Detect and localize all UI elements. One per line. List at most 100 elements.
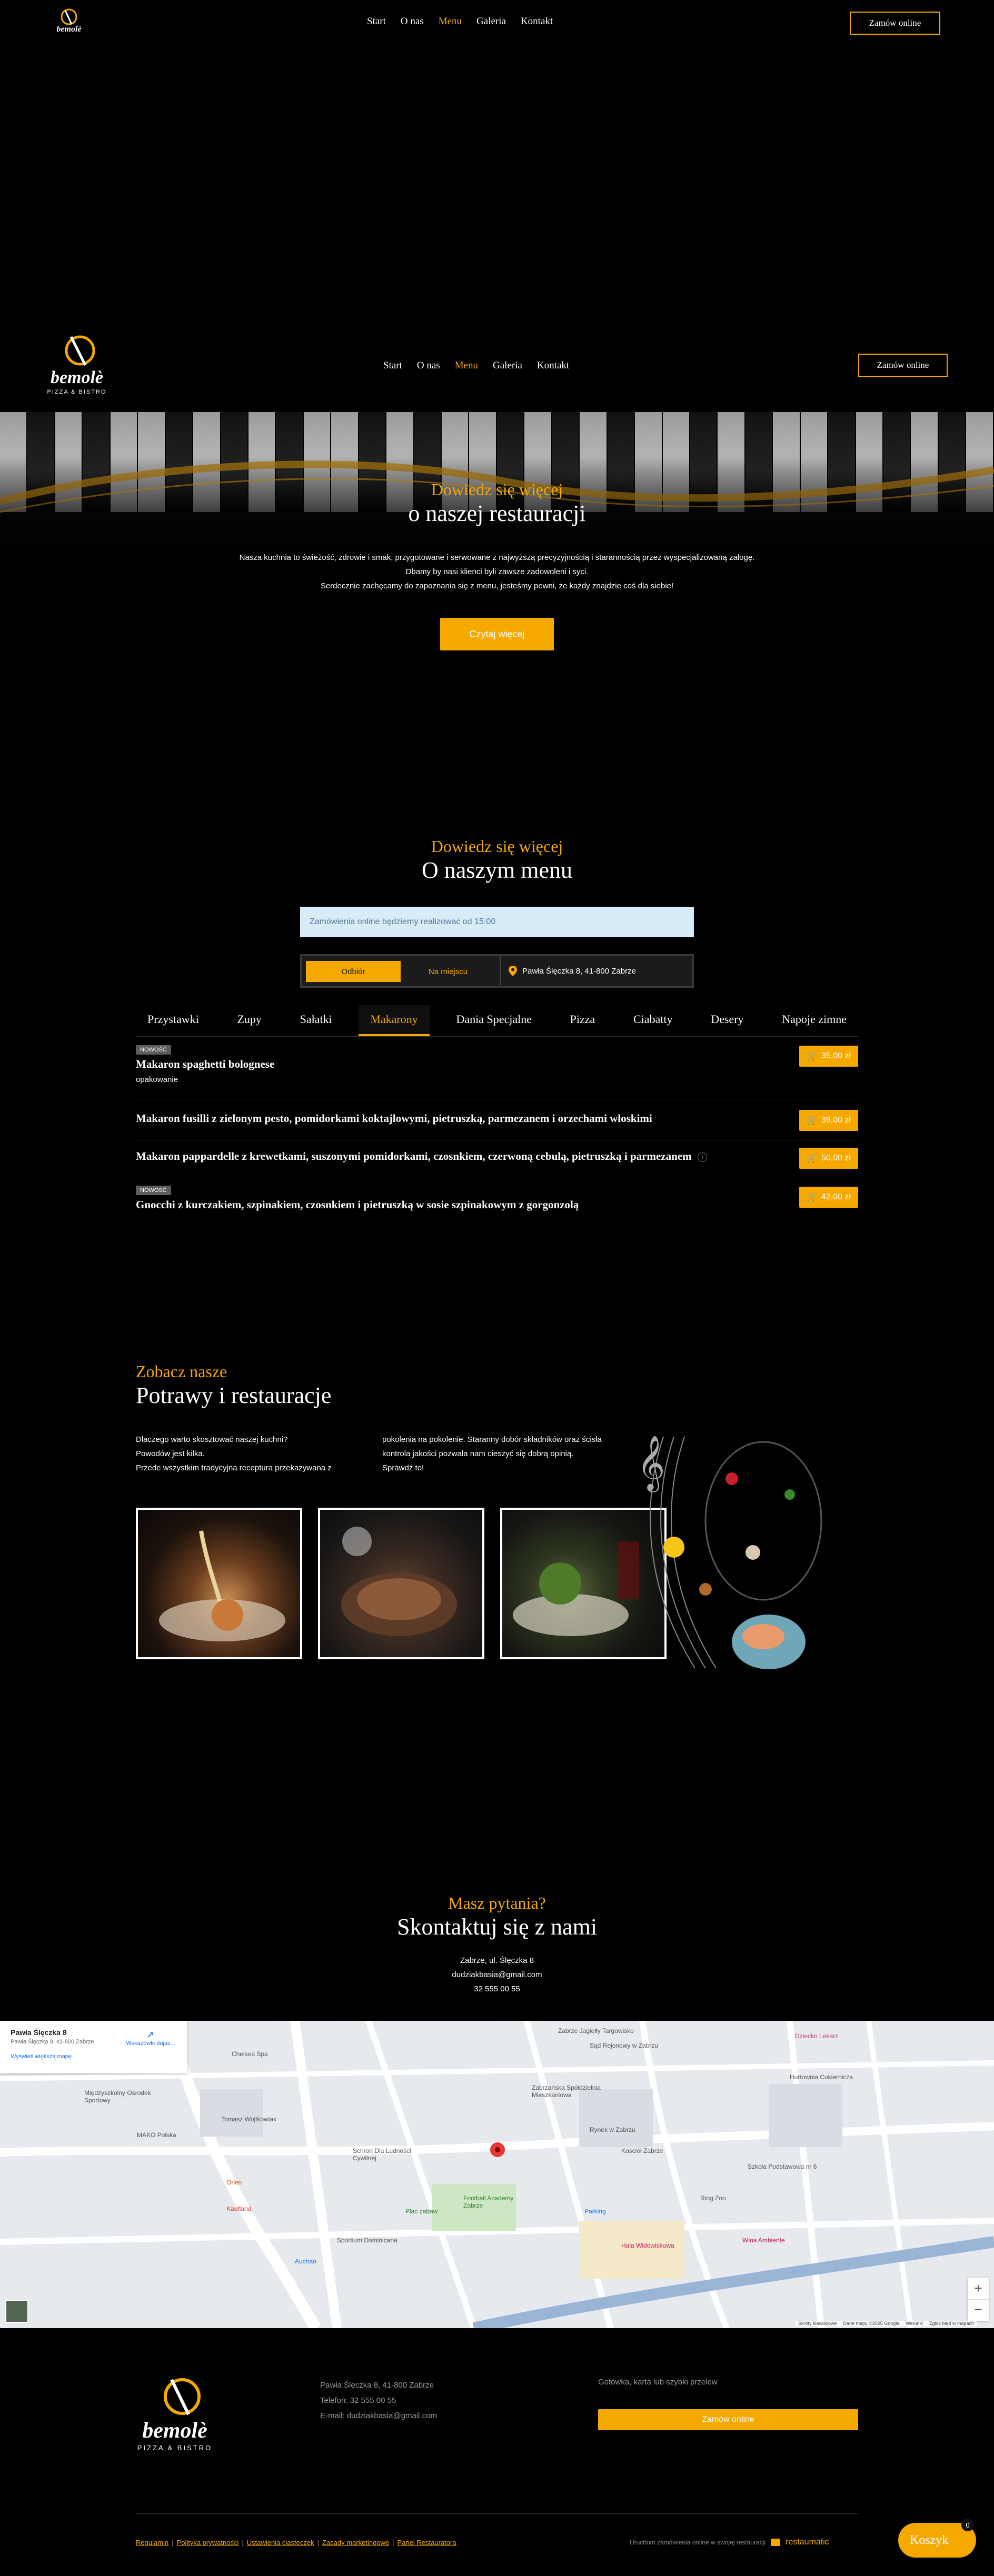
- map-label-5: Dziecko Lekarz: [795, 2032, 839, 2040]
- contact-email[interactable]: dudziakbasia@gmail.com: [0, 1968, 994, 1982]
- menu-item-name: Gnocchi z kurczakiem, szpinakiem, czosnk…: [136, 1198, 579, 1211]
- footer-phone[interactable]: Telefon: 32 555 00 55: [320, 2393, 437, 2408]
- logo[interactable]: bemolè PIZZA & BISTRO: [42, 332, 113, 400]
- gallery-text-right: pokolenia na pokolenie. Staranny dobór s…: [382, 1432, 602, 1475]
- gallery-photo-pasta[interactable]: [136, 1508, 302, 1659]
- nav-link-start[interactable]: Start: [367, 16, 386, 27]
- contact-title: Skontaktuj się z nami: [396, 1914, 598, 1940]
- main-nav-link-menu[interactable]: Menu: [455, 360, 478, 372]
- google-map[interactable]: Pawła Ślęczka 8 Pawła Ślęczka 8, 41-800 …: [0, 2021, 994, 2328]
- new-badge: NOWOŚĆ: [136, 1045, 171, 1055]
- restaurant-address[interactable]: Pawła Ślęczka 8, 41-800 Zabrze: [500, 956, 692, 986]
- map-label-23: Chelsea Spa: [232, 2050, 268, 2058]
- tab-salatki[interactable]: Sałatki: [289, 1005, 344, 1036]
- map-label-13: Wina Ambiente: [742, 2237, 785, 2244]
- main-nav-link-o-nas[interactable]: O nas: [417, 360, 440, 372]
- contact-subtitle: Masz pytania?: [448, 1893, 546, 1912]
- map-attribution: Skróty klawiszowe Dane mapy ©2025 Google…: [795, 2321, 977, 2326]
- regulations-link[interactable]: Regulamin: [136, 2539, 168, 2547]
- map-report-link[interactable]: Zgłoś błąd w mapach: [929, 2321, 974, 2326]
- about-subtitle: Dowiedz się więcej: [431, 480, 563, 499]
- gallery-right-line-2: kontrola jakości pozwala nam cieszyć się…: [382, 1449, 574, 1458]
- location-pin-icon: [509, 966, 517, 976]
- tab-pizza[interactable]: Pizza: [559, 1005, 607, 1036]
- footer-logo[interactable]: bemolè PIZZA & BISTRO: [132, 2373, 221, 2458]
- main-nav-link-start[interactable]: Start: [383, 360, 402, 372]
- menu-item[interactable]: Makaron pappardelle z krewetkami, suszon…: [136, 1140, 858, 1177]
- directions-icon: ➚: [146, 2029, 155, 2040]
- about-line-2: Dbamy by nasi klienci byli zawsze zadowo…: [405, 567, 589, 576]
- cart-button[interactable]: Koszyk 0: [898, 2519, 976, 2558]
- tab-makarony[interactable]: Makarony: [359, 1005, 430, 1036]
- map-label-22: Tomasz Wojtkowiak: [221, 2116, 277, 2123]
- new-badge: NOWOŚĆ: [136, 1186, 171, 1195]
- map-label-2: Sąd Rejonowy w Zabrzu: [590, 2042, 659, 2049]
- gallery-title: Potrawy i restauracje: [136, 1382, 332, 1408]
- cookie-settings-link[interactable]: Ustawienia ciasteczek: [247, 2539, 314, 2547]
- order-online-button[interactable]: Zamów online: [858, 354, 948, 377]
- cart-label: Koszyk: [910, 2533, 949, 2547]
- map-label-10: Football Academy Zabrze: [463, 2194, 514, 2209]
- nav-link-o-nas[interactable]: O nas: [401, 16, 424, 27]
- order-online-button-top[interactable]: Zamów online: [850, 12, 940, 35]
- gallery-left-line-3: Przede wszystkim tradycyjna receptura pr…: [136, 1464, 332, 1472]
- map-label-20: Sportium Dominicana: [337, 2237, 397, 2244]
- add-to-cart-button[interactable]: 🛒 35,00 zł: [799, 1046, 858, 1067]
- tab-dania-specjalne[interactable]: Dania Specjalne: [444, 1005, 543, 1036]
- privacy-link[interactable]: Polityka prywatności: [177, 2539, 239, 2547]
- restaurant-panel-link[interactable]: Panel Restauratora: [397, 2539, 456, 2547]
- contact-address: Zabrze, ul. Ślęczka 8: [460, 1956, 534, 1965]
- gallery-photo-meat[interactable]: [318, 1508, 484, 1659]
- menu-category-tabs: Przystawki Zupy Sałatki Makarony Dania S…: [136, 1005, 858, 1037]
- nav-link-kontakt[interactable]: Kontakt: [521, 16, 553, 27]
- cart-count-badge: 0: [961, 2519, 974, 2531]
- tab-przystawki[interactable]: Przystawki: [136, 1005, 211, 1036]
- map-directions-link[interactable]: ➚ Wskazówki dojaz...: [124, 2029, 177, 2047]
- menu-item[interactable]: Makaron fusilli z zielonym pesto, pomido…: [136, 1099, 858, 1140]
- logo-small[interactable]: bemolè: [51, 7, 87, 39]
- map-larger-link[interactable]: Wyświetl większą mapę: [11, 2053, 177, 2060]
- footer-divider: [136, 2513, 858, 2514]
- tab-zupy[interactable]: Zupy: [225, 1005, 273, 1036]
- online-order-notice: Zamówienia online będziemy realizować od…: [300, 907, 694, 937]
- zoom-in-button[interactable]: +: [968, 2278, 989, 2299]
- map-label-21: MAKO Polska: [137, 2131, 176, 2139]
- menu-item[interactable]: NOWOŚĆ Makaron spaghetti bolognese opako…: [136, 1045, 858, 1099]
- menu-item[interactable]: NOWOŚĆ Gnocchi z kurczakiem, szpinakiem,…: [136, 1177, 858, 1221]
- info-icon[interactable]: i: [697, 1152, 707, 1162]
- map-label-19: Kaufland: [226, 2205, 252, 2212]
- footer-email[interactable]: E-mail: dudziakbasia@gmail.com: [320, 2408, 437, 2423]
- cart-icon: 🛒: [807, 1154, 817, 1163]
- tab-ciabatty[interactable]: Ciabatty: [622, 1005, 684, 1036]
- dine-in-option[interactable]: Na miejscu: [401, 961, 495, 982]
- map-satellite-toggle[interactable]: [5, 2300, 28, 2323]
- footer-order-button[interactable]: Zamów online: [598, 2409, 858, 2430]
- marketing-link[interactable]: Zasady marketingowe: [322, 2539, 389, 2547]
- top-nav: bemolè Start O nas Menu Galeria Kontakt …: [0, 0, 994, 47]
- add-to-cart-button[interactable]: 🛒 39,00 zł: [799, 1110, 858, 1131]
- map-shortcuts-link[interactable]: Skróty klawiszowe: [798, 2321, 837, 2326]
- map-data-credit: Dane mapy ©2025 Google: [843, 2321, 900, 2326]
- main-nav-link-galeria[interactable]: Galeria: [493, 360, 522, 372]
- map-terms-link[interactable]: Warunki: [906, 2321, 923, 2326]
- footer-links: Regulamin | Polityka prywatności | Ustawie…: [136, 2539, 456, 2547]
- read-more-button[interactable]: Czytaj więcej: [440, 618, 554, 650]
- powered-by[interactable]: Uruchom zamówienia online w swojej resta…: [630, 2538, 829, 2547]
- main-nav-link-kontakt[interactable]: Kontakt: [537, 360, 569, 372]
- map-label-17: Orlen: [226, 2179, 242, 2186]
- logo-subtext: PIZZA & BISTRO: [47, 389, 107, 395]
- price-label: 35,00 zł: [821, 1051, 851, 1060]
- add-to-cart-button[interactable]: 🛒 50,00 zł: [799, 1148, 858, 1169]
- gallery-right-line-1: pokolenia na pokolenie. Staranny dobór s…: [382, 1435, 602, 1444]
- nav-link-galeria[interactable]: Galeria: [476, 16, 506, 27]
- nav-link-menu[interactable]: Menu: [439, 16, 462, 27]
- powered-by-text: Uruchom zamówienia online w swojej resta…: [630, 2539, 766, 2546]
- tab-desery[interactable]: Desery: [699, 1005, 755, 1036]
- add-to-cart-button[interactable]: 🛒 42,00 zł: [799, 1187, 858, 1208]
- cart-icon: 🛒: [807, 1193, 817, 1202]
- pickup-option[interactable]: Odbiór: [306, 961, 401, 982]
- footer-address-line: Pawła Ślęczka 8, 41-800 Zabrze: [320, 2381, 434, 2390]
- contact-phone[interactable]: 32 555 00 55: [0, 1982, 994, 1996]
- zoom-out-button[interactable]: −: [968, 2299, 989, 2321]
- tab-napoje-zimne[interactable]: Napoje zimne: [770, 1005, 858, 1036]
